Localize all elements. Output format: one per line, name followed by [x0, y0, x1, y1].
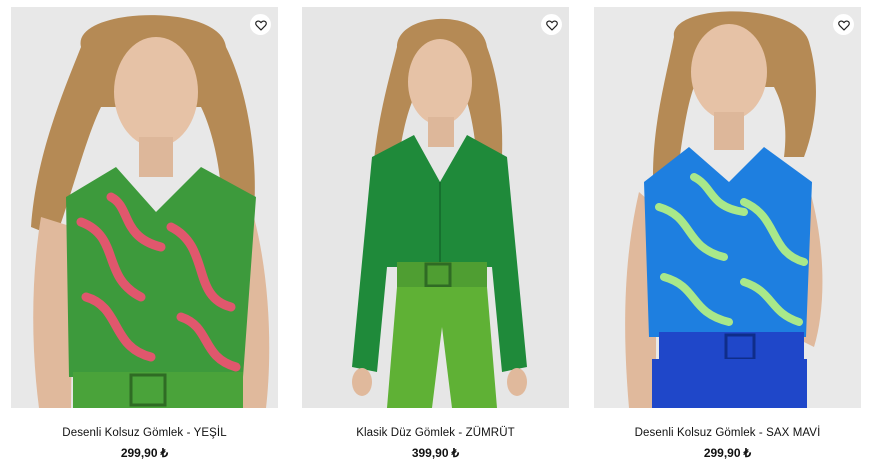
favorite-button[interactable]	[250, 14, 271, 35]
model-photo-emerald-shirt	[302, 7, 569, 408]
product-price: 399,90 ₺	[302, 446, 569, 460]
product-card[interactable]: Desenli Kolsuz Gömlek - YEŞİL 299,90 ₺	[11, 7, 278, 462]
heart-outline-icon	[837, 20, 850, 31]
currency-symbol: ₺	[743, 446, 752, 460]
favorite-button[interactable]	[833, 14, 854, 35]
product-image[interactable]	[594, 7, 861, 408]
product-image[interactable]	[302, 7, 569, 408]
product-price: 299,90 ₺	[11, 446, 278, 460]
currency-symbol: ₺	[451, 446, 460, 460]
product-name[interactable]: Klasik Düz Gömlek - ZÜMRÜT	[302, 426, 569, 440]
product-price: 299,90 ₺	[594, 446, 861, 460]
product-card[interactable]: Klasik Düz Gömlek - ZÜMRÜT 399,90 ₺	[302, 7, 569, 462]
favorite-button[interactable]	[541, 14, 562, 35]
price-value: 399,90	[411, 446, 449, 460]
model-photo-green-pattern	[11, 7, 278, 408]
product-name[interactable]: Desenli Kolsuz Gömlek - SAX MAVİ	[594, 426, 861, 440]
currency-symbol: ₺	[160, 446, 169, 460]
product-name[interactable]: Desenli Kolsuz Gömlek - YEŞİL	[11, 426, 278, 440]
model-photo-blue-pattern	[594, 7, 861, 408]
price-value: 299,90	[703, 446, 741, 460]
product-card[interactable]: Desenli Kolsuz Gömlek - SAX MAVİ 299,90 ₺	[594, 7, 861, 462]
product-grid: Desenli Kolsuz Gömlek - YEŞİL 299,90 ₺ K…	[0, 0, 869, 469]
product-image[interactable]	[11, 7, 278, 408]
heart-outline-icon	[254, 20, 267, 31]
price-value: 299,90	[120, 446, 158, 460]
heart-outline-icon	[545, 20, 558, 31]
